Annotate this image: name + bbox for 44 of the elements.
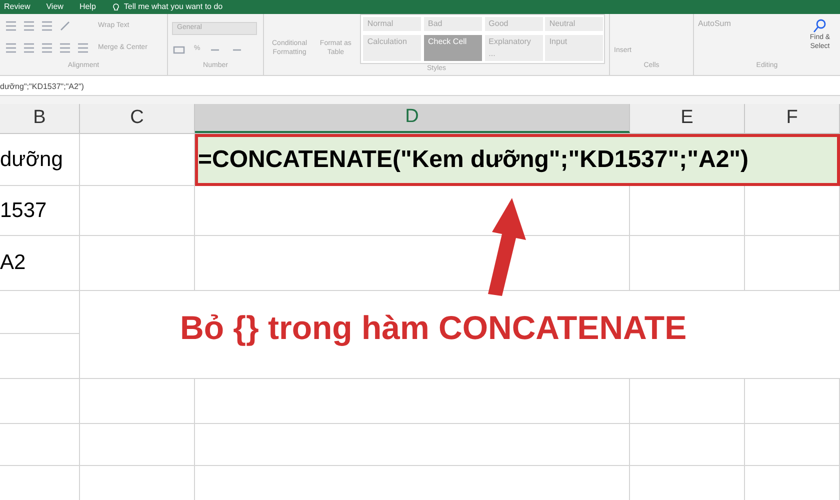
lightbulb-icon bbox=[112, 2, 120, 12]
cell-style-swatch[interactable]: Normal bbox=[363, 17, 422, 31]
grid-cell[interactable] bbox=[745, 424, 840, 466]
cell-style-swatch[interactable]: Explanatory ... bbox=[484, 35, 543, 61]
grid-cell[interactable]: 1537 bbox=[0, 186, 80, 236]
align-left-icon[interactable] bbox=[4, 41, 18, 56]
grid-cell[interactable] bbox=[195, 379, 630, 424]
cell-style-swatch[interactable]: Calculation bbox=[363, 35, 422, 61]
ribbon-tab[interactable]: Help bbox=[79, 3, 96, 11]
autosum-button[interactable]: AutoSum bbox=[698, 18, 731, 60]
grid-cell[interactable]: A2 bbox=[0, 236, 80, 291]
grid-cell[interactable] bbox=[195, 424, 630, 466]
cell-style-swatch[interactable]: Neutral bbox=[545, 17, 604, 31]
grid-cell[interactable] bbox=[630, 379, 745, 424]
grid-cell[interactable] bbox=[0, 379, 80, 424]
column-header[interactable]: B bbox=[0, 104, 80, 133]
cell-style-swatch[interactable]: Bad bbox=[424, 17, 482, 31]
grid-cell[interactable] bbox=[80, 424, 195, 466]
cell-text: 1537 bbox=[0, 198, 47, 224]
annotation-caption: Bỏ {} trong hàm CONCATENATE bbox=[180, 309, 687, 346]
align-center-icon[interactable] bbox=[22, 41, 36, 56]
selected-cell[interactable]: =CONCATENATE("Kem dưỡng";"KD1537";"A2") bbox=[195, 134, 840, 186]
grid-cell[interactable] bbox=[745, 379, 840, 424]
ribbon-tab[interactable]: Review bbox=[4, 3, 30, 11]
cell-style-swatch[interactable]: Check Cell bbox=[424, 35, 482, 61]
align-right-icon[interactable] bbox=[40, 41, 54, 56]
cell-style-swatch[interactable]: Input bbox=[545, 35, 604, 61]
grid-cell[interactable] bbox=[745, 186, 840, 236]
grid-cell[interactable]: dưỡng bbox=[0, 134, 80, 186]
cell-style-swatch[interactable]: Good bbox=[484, 17, 543, 31]
column-header[interactable]: E bbox=[630, 104, 745, 133]
column-header[interactable]: D bbox=[195, 104, 630, 133]
grid-cell[interactable] bbox=[630, 186, 745, 236]
grid-cell[interactable] bbox=[80, 186, 195, 236]
column-header[interactable]: F bbox=[745, 104, 840, 133]
grid-cell[interactable] bbox=[0, 424, 80, 466]
cell-text: dưỡng bbox=[0, 146, 63, 173]
cell-text: =CONCATENATE("Kem dưỡng";"KD1537";"A2") bbox=[198, 145, 749, 175]
search-icon bbox=[812, 18, 828, 34]
cell-text: A2 bbox=[0, 250, 26, 276]
tell-me-search[interactable]: Tell me what you want to do bbox=[124, 3, 223, 11]
ribbon-tab[interactable]: View bbox=[46, 3, 64, 11]
grid-cell[interactable] bbox=[80, 379, 195, 424]
grid-cell[interactable] bbox=[630, 424, 745, 466]
